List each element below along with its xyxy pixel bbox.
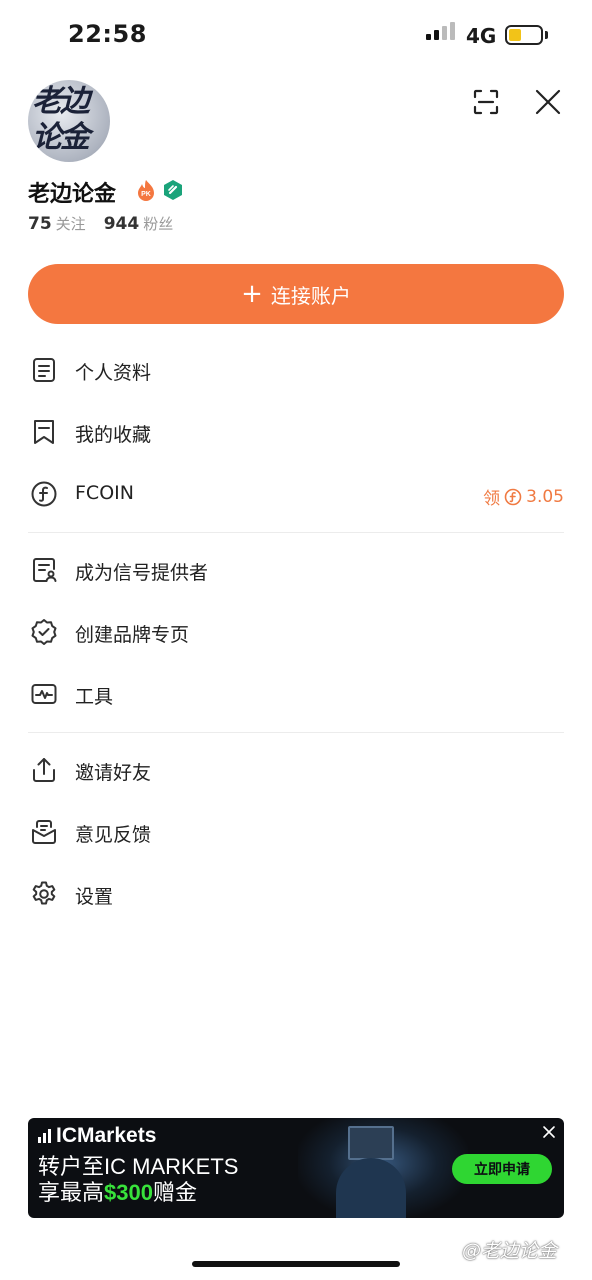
divider bbox=[28, 732, 564, 733]
ad-brand-suffix: Markets bbox=[77, 1124, 157, 1147]
menu-item-tools[interactable]: 工具 bbox=[0, 670, 592, 718]
home-indicator[interactable] bbox=[192, 1261, 400, 1267]
profile-doc-icon bbox=[33, 358, 55, 382]
avatar[interactable]: 老边论金 bbox=[28, 80, 110, 162]
ad-logo-bars-icon bbox=[38, 1129, 53, 1143]
following-stat[interactable]: 75 关注 bbox=[28, 214, 86, 234]
fcoin-claim[interactable]: 领 3.05 bbox=[483, 484, 564, 510]
ad-apply-button[interactable]: 立即申请 bbox=[452, 1154, 552, 1184]
signal-provider-icon bbox=[33, 558, 57, 582]
cellular-signal-icon bbox=[426, 22, 458, 46]
status-bar: 22:58 4G bbox=[0, 0, 592, 70]
fcoin-claim-label: 领 bbox=[483, 489, 501, 509]
plus-icon: + bbox=[241, 279, 263, 309]
verified-badge-icon[interactable] bbox=[162, 179, 184, 201]
ad-close-button[interactable] bbox=[542, 1124, 556, 1138]
ad-brand-logo: IC Markets bbox=[38, 1124, 156, 1148]
pk-fire-badge-icon[interactable]: PK bbox=[135, 179, 157, 201]
pk-badge-text: PK bbox=[141, 191, 151, 198]
menu-item-brand-page[interactable]: 创建品牌专页 bbox=[0, 608, 592, 656]
feedback-icon bbox=[32, 820, 56, 844]
ad-amount: $300 bbox=[104, 1180, 153, 1205]
menu-label-invite: 邀请好友 bbox=[75, 762, 152, 784]
avatar-text: 老边论金 bbox=[32, 84, 90, 155]
close-button[interactable] bbox=[532, 86, 564, 118]
menu-item-settings[interactable]: 设置 bbox=[0, 870, 592, 918]
verified-badge-icon bbox=[31, 619, 57, 645]
ad-headline: 转户至IC MARKETS bbox=[38, 1154, 239, 1179]
battery-tip bbox=[545, 31, 548, 39]
ad-brand-prefix: IC bbox=[56, 1124, 77, 1147]
menu-label-feedback: 意见反馈 bbox=[75, 824, 152, 846]
bookmark-icon bbox=[34, 420, 54, 444]
menu-item-profile[interactable]: 个人资料 bbox=[0, 346, 592, 394]
tools-pulse-icon bbox=[31, 684, 57, 704]
ad-line2-prefix: 享最高 bbox=[38, 1180, 105, 1205]
divider bbox=[28, 532, 564, 533]
watermark: @老边论金 bbox=[462, 1240, 558, 1262]
menu-item-fcoin[interactable]: FCOIN 领 3.05 bbox=[0, 470, 592, 518]
connect-account-label: 连接账户 bbox=[270, 283, 351, 308]
following-label: 关注 bbox=[55, 215, 86, 233]
close-icon bbox=[535, 89, 561, 115]
ad-banner[interactable]: IC Markets 转户至IC MARKETS 享最高$300赠金 立即申请 bbox=[28, 1118, 564, 1218]
status-time: 22:58 bbox=[68, 20, 147, 48]
followers-count: 944 bbox=[103, 214, 140, 234]
menu-label-favorites: 我的收藏 bbox=[75, 424, 152, 446]
network-type: 4G bbox=[466, 24, 497, 48]
menu-item-signal-provider[interactable]: 成为信号提供者 bbox=[0, 546, 592, 594]
scan-icon bbox=[473, 89, 499, 115]
followers-label: 粉丝 bbox=[143, 215, 174, 233]
menu-item-invite[interactable]: 邀请好友 bbox=[0, 746, 592, 794]
fcoin-icon bbox=[31, 481, 57, 507]
close-icon bbox=[543, 1126, 555, 1138]
profile-stats: 75 关注 944 粉丝 bbox=[28, 213, 173, 234]
fcoin-coin-icon bbox=[504, 488, 522, 505]
menu-label-signal-provider: 成为信号提供者 bbox=[75, 562, 209, 584]
ad-line2-suffix: 赠金 bbox=[152, 1180, 197, 1205]
menu-label-settings: 设置 bbox=[75, 886, 114, 908]
battery-icon bbox=[505, 25, 543, 45]
menu-label-fcoin: FCOIN bbox=[75, 482, 134, 504]
menu-item-feedback[interactable]: 意见反馈 bbox=[0, 808, 592, 856]
ad-subheadline: 享最高$300赠金 bbox=[38, 1180, 197, 1206]
ad-laptop-image bbox=[348, 1126, 394, 1160]
user-name[interactable]: 老边论金 bbox=[28, 176, 116, 208]
fcoin-balance: 3.05 bbox=[526, 486, 564, 507]
following-count: 75 bbox=[28, 214, 52, 234]
menu-label-brand-page: 创建品牌专页 bbox=[75, 624, 190, 646]
settings-gear-icon bbox=[32, 881, 56, 905]
scan-button[interactable] bbox=[470, 86, 502, 118]
menu-item-favorites[interactable]: 我的收藏 bbox=[0, 408, 592, 456]
connect-account-button[interactable]: + 连接账户 bbox=[28, 264, 564, 324]
share-icon bbox=[33, 758, 55, 782]
followers-stat[interactable]: 944 粉丝 bbox=[104, 214, 174, 234]
menu-label-tools: 工具 bbox=[75, 686, 114, 708]
menu-label-profile: 个人资料 bbox=[75, 362, 152, 384]
